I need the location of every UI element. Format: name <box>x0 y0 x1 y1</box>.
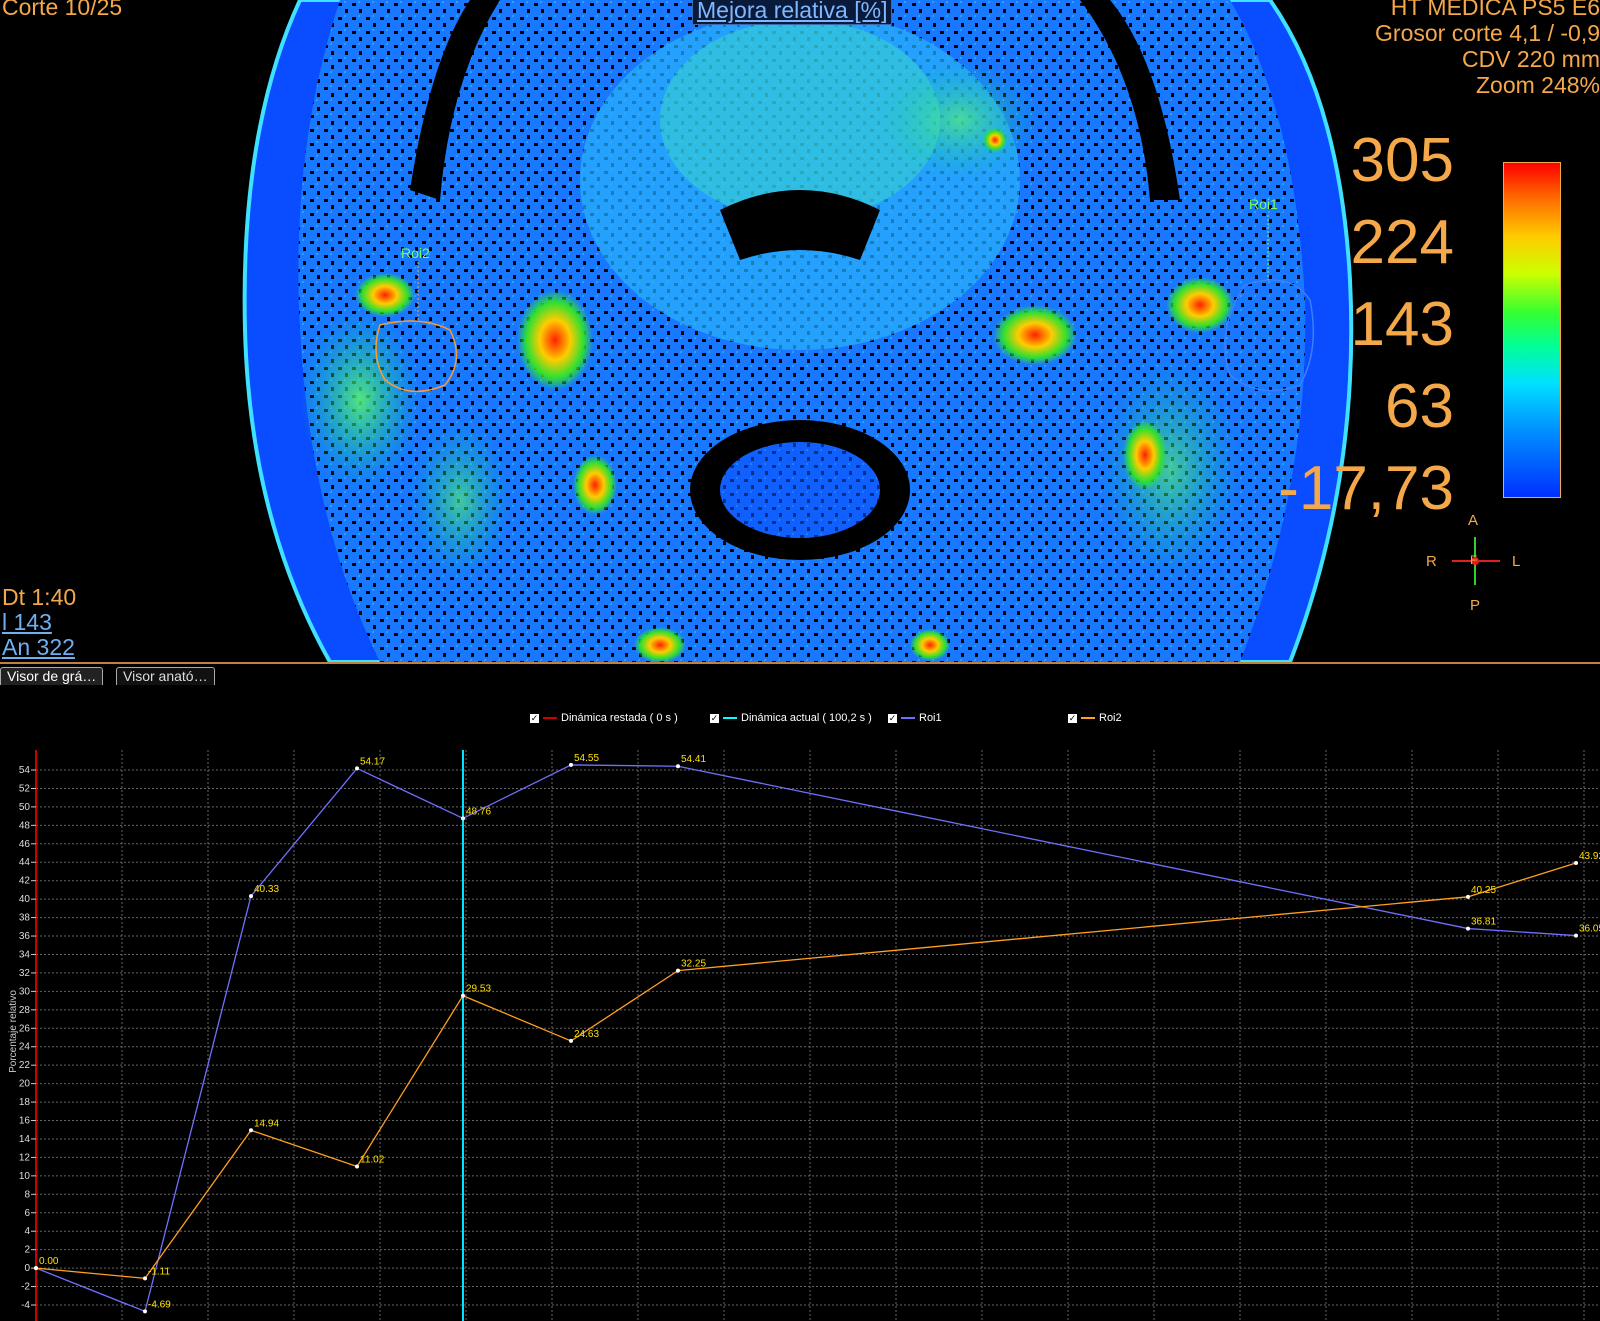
data-label: 40.25 <box>1471 885 1496 896</box>
data-label: -1.11 <box>148 1266 170 1277</box>
y-tick-label: 2 <box>24 1245 30 1256</box>
data-label: 36.05 <box>1579 924 1600 935</box>
data-label: 11.02 <box>360 1154 385 1165</box>
data-label: 40.33 <box>254 884 279 895</box>
y-tick-label: 46 <box>19 839 31 850</box>
data-point[interactable] <box>355 766 359 771</box>
slice-indicator: Corte 10/25 <box>2 0 123 20</box>
chart-plot[interactable]: -4-2024681012141618202224262830323436384… <box>0 686 1600 1321</box>
y-tick-label: 52 <box>19 783 31 794</box>
roi1-label[interactable]: Roi1 <box>1249 196 1278 212</box>
scale-label-max: 305 <box>1350 126 1454 195</box>
y-tick-label: -4 <box>21 1300 30 1311</box>
y-tick-label: 20 <box>19 1079 31 1090</box>
orientation-right: R <box>1426 553 1437 570</box>
series-line-roi1[interactable] <box>35 764 1577 1313</box>
slice-thickness: Grosor corte 4,1 / -0,9 <box>1375 20 1600 46</box>
y-tick-label: 40 <box>19 894 31 905</box>
y-tick-label: 38 <box>19 913 31 924</box>
enhancement-chart[interactable]: ✓ Dinámica restada ( 0 s ) ✓ Dinámica ac… <box>0 686 1600 1321</box>
orientation-posterior: P <box>1470 597 1481 614</box>
series-line-roi2[interactable] <box>35 862 1577 1280</box>
data-point[interactable] <box>34 1266 38 1271</box>
zoom-level: Zoom 248% <box>1475 72 1600 98</box>
data-point[interactable] <box>676 968 680 973</box>
y-tick-label: 12 <box>19 1152 31 1163</box>
data-point[interactable] <box>1466 894 1470 899</box>
y-tick-label: 32 <box>19 968 31 979</box>
y-tick-label: 10 <box>19 1171 31 1182</box>
image-viewport[interactable]: Mejora relativa [%] Corte 10/25 HT MEDIC… <box>0 0 1600 662</box>
y-tick-label: 16 <box>19 1116 31 1127</box>
data-label: 43.92 <box>1579 851 1600 862</box>
y-tick-label: 54 <box>19 765 31 776</box>
y-tick-label: 6 <box>24 1208 30 1219</box>
color-scale-bar <box>1503 162 1561 498</box>
data-point[interactable] <box>355 1164 359 1169</box>
data-point[interactable] <box>143 1309 147 1314</box>
data-point[interactable] <box>569 1038 573 1043</box>
roi2-label[interactable]: Roi2 <box>401 245 430 261</box>
data-point[interactable] <box>569 762 573 767</box>
tab-anatomy-viewer[interactable]: Visor anató… <box>116 667 215 685</box>
data-label: 48.76 <box>466 806 491 817</box>
y-tick-label: 44 <box>19 857 31 868</box>
scale-label-2: 224 <box>1350 208 1454 277</box>
data-point[interactable] <box>1466 926 1470 931</box>
orientation-anterior: A <box>1468 512 1479 529</box>
y-tick-label: 42 <box>19 876 31 887</box>
series-title[interactable]: Mejora relativa [%] <box>692 0 893 25</box>
tab-graph-viewer[interactable]: Visor de grá… <box>0 667 104 685</box>
y-tick-label: 18 <box>19 1097 31 1108</box>
data-point[interactable] <box>461 993 465 998</box>
data-point[interactable] <box>143 1276 147 1281</box>
data-label: 54.17 <box>360 756 385 767</box>
y-tick-label: 30 <box>19 986 31 997</box>
data-label: 54.41 <box>681 754 706 765</box>
window-width[interactable]: An 322 <box>2 636 75 659</box>
data-label: 24.63 <box>574 1029 599 1040</box>
window-level[interactable]: l 143 <box>2 611 52 634</box>
y-tick-label: 14 <box>19 1134 31 1145</box>
y-tick-label: 36 <box>19 931 31 942</box>
scale-label-3: 143 <box>1350 290 1454 359</box>
data-point[interactable] <box>249 1128 253 1133</box>
y-tick-label: 22 <box>19 1060 31 1071</box>
data-point[interactable] <box>1574 933 1578 938</box>
data-label: 14.94 <box>254 1118 279 1129</box>
y-tick-label: 34 <box>19 949 31 960</box>
y-tick-label: 8 <box>24 1189 30 1200</box>
y-tick-label: 28 <box>19 1005 31 1016</box>
data-label: -4.69 <box>148 1299 171 1310</box>
data-label: 54.55 <box>574 753 599 764</box>
data-point[interactable] <box>1574 860 1578 865</box>
scale-label-4: 63 <box>1385 372 1454 441</box>
data-label: 36.81 <box>1471 917 1496 928</box>
field-of-view: CDV 220 mm <box>1461 46 1600 72</box>
y-tick-label: 24 <box>19 1042 31 1053</box>
y-tick-label: 50 <box>19 802 31 813</box>
y-tick-label: 4 <box>24 1226 30 1237</box>
data-label: 32.25 <box>681 959 706 970</box>
dynamic-time: Dt 1:40 <box>2 584 77 610</box>
scale-label-min: -17,73 <box>1278 454 1454 523</box>
data-label: 29.53 <box>466 984 491 995</box>
y-tick-label: -2 <box>21 1282 30 1293</box>
orientation-left: L <box>1512 553 1521 570</box>
data-label: 0.00 <box>39 1256 59 1267</box>
data-point[interactable] <box>249 894 253 899</box>
y-tick-label: 26 <box>19 1023 31 1034</box>
viewer-tab-strip: Visor de grá… Visor anató… <box>0 662 1600 688</box>
site-name: HT MEDICA PS5 E6 <box>1390 0 1600 20</box>
orientation-foot: F <box>1470 553 1478 567</box>
data-point[interactable] <box>676 764 680 769</box>
data-point[interactable] <box>461 816 465 821</box>
y-tick-label: 48 <box>19 820 31 831</box>
y-tick-label: 0 <box>24 1263 30 1274</box>
